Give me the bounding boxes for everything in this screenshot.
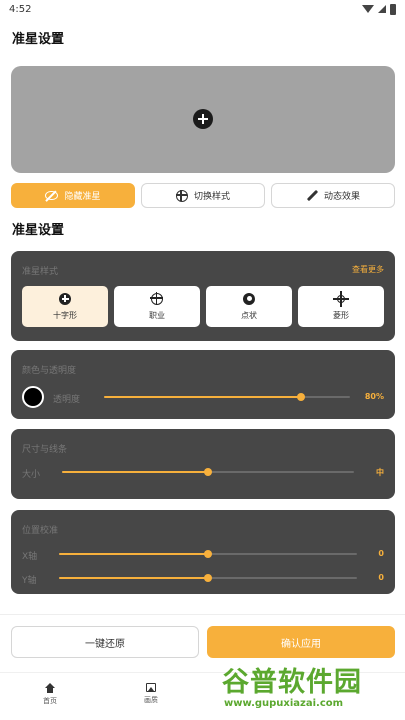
style-option-label: 十字形 [53, 310, 77, 320]
watermark: 谷普软件园 www.gupuxiazai.com [222, 660, 402, 716]
style-option-cross[interactable]: 十字形 [22, 286, 108, 327]
x-axis-slider[interactable] [59, 550, 357, 558]
x-axis-label: X轴 [22, 552, 38, 562]
color-swatch[interactable] [22, 386, 44, 408]
section-title: 准星设置 [12, 223, 65, 238]
size-slider-fill [62, 471, 208, 473]
eye-off-icon [45, 191, 59, 200]
watermark-url: www.gupuxiazai.com [224, 698, 344, 709]
position-card-label: 位置校准 [22, 526, 59, 536]
scope-icon [150, 291, 163, 305]
target-icon [175, 189, 188, 202]
switch-style-label: 切换样式 [193, 192, 230, 202]
crosshair-style-card: 准星样式 查看更多 十字形 职业 点状 菱形 [11, 251, 395, 341]
color-opacity-card: 颜色与透明度 透明度 80% [11, 350, 395, 419]
cellular-signal-icon [378, 5, 386, 13]
switch-style-button[interactable]: 切换样式 [141, 183, 265, 208]
style-option-label: 点状 [241, 310, 257, 320]
dot-icon [243, 292, 255, 305]
x-axis-slider-thumb[interactable] [204, 550, 212, 558]
style-option-diamond[interactable]: 菱形 [298, 286, 384, 327]
page-title: 准星设置 [12, 32, 65, 47]
opacity-slider[interactable] [104, 393, 350, 401]
crosshair-preview-icon [193, 109, 213, 129]
watermark-title: 谷普软件园 [222, 667, 362, 698]
x-axis-value: 0 [378, 549, 384, 558]
opacity-label: 透明度 [53, 395, 81, 405]
nav-item-home[interactable]: 首页 [30, 683, 70, 706]
size-label: 大小 [22, 470, 41, 480]
opacity-value: 80% [364, 392, 384, 401]
nav-quality-label: 画质 [144, 696, 158, 704]
opacity-slider-fill [104, 396, 301, 398]
battery-icon [390, 3, 396, 15]
star-cross-icon [333, 290, 349, 307]
dynamic-effect-button[interactable]: 动态效果 [271, 183, 395, 208]
nav-home-label: 首页 [43, 697, 57, 705]
apply-button[interactable]: 确认应用 [207, 626, 395, 658]
home-icon [45, 683, 55, 693]
see-more-link[interactable]: 查看更多 [352, 264, 384, 275]
y-axis-slider[interactable] [59, 574, 357, 582]
style-option-pro[interactable]: 职业 [114, 286, 200, 327]
crosshair-preview [11, 66, 395, 173]
pen-icon [306, 190, 318, 202]
size-slider-thumb[interactable] [204, 468, 212, 476]
y-axis-slider-thumb[interactable] [204, 574, 212, 582]
status-time: 4:52 [9, 3, 32, 15]
action-row: 隐藏准星 切换样式 动态效果 [11, 183, 395, 208]
size-value: 中 [376, 468, 384, 477]
style-option-label: 职业 [149, 310, 165, 320]
opacity-slider-thumb[interactable] [296, 393, 305, 401]
size-line-card: 尺寸与线条 大小 中 [11, 429, 395, 499]
style-option-label: 菱形 [333, 310, 349, 320]
size-slider[interactable] [62, 468, 354, 476]
y-axis-label: Y轴 [22, 576, 37, 586]
size-card-label: 尺寸与线条 [22, 445, 68, 455]
hide-crosshair-button[interactable]: 隐藏准星 [11, 183, 135, 208]
x-axis-slider-fill [59, 553, 208, 555]
image-icon [146, 683, 156, 692]
position-calibration-card: 位置校准 X轴 0 Y轴 0 [11, 510, 395, 594]
divider [0, 614, 405, 615]
y-axis-value: 0 [378, 573, 384, 582]
plus-circle-icon [59, 292, 71, 305]
y-axis-slider-fill [59, 577, 208, 579]
nav-item-quality[interactable]: 画质 [131, 683, 171, 705]
style-card-label: 准星样式 [22, 267, 59, 277]
status-bar: 4:52 [0, 0, 405, 18]
status-icons [362, 3, 396, 15]
reset-button[interactable]: 一键还原 [11, 626, 199, 658]
wifi-icon [362, 5, 374, 13]
style-option-dot[interactable]: 点状 [206, 286, 292, 327]
hide-crosshair-label: 隐藏准星 [64, 192, 101, 202]
color-card-label: 颜色与透明度 [22, 366, 77, 376]
dynamic-effect-label: 动态效果 [323, 192, 360, 202]
